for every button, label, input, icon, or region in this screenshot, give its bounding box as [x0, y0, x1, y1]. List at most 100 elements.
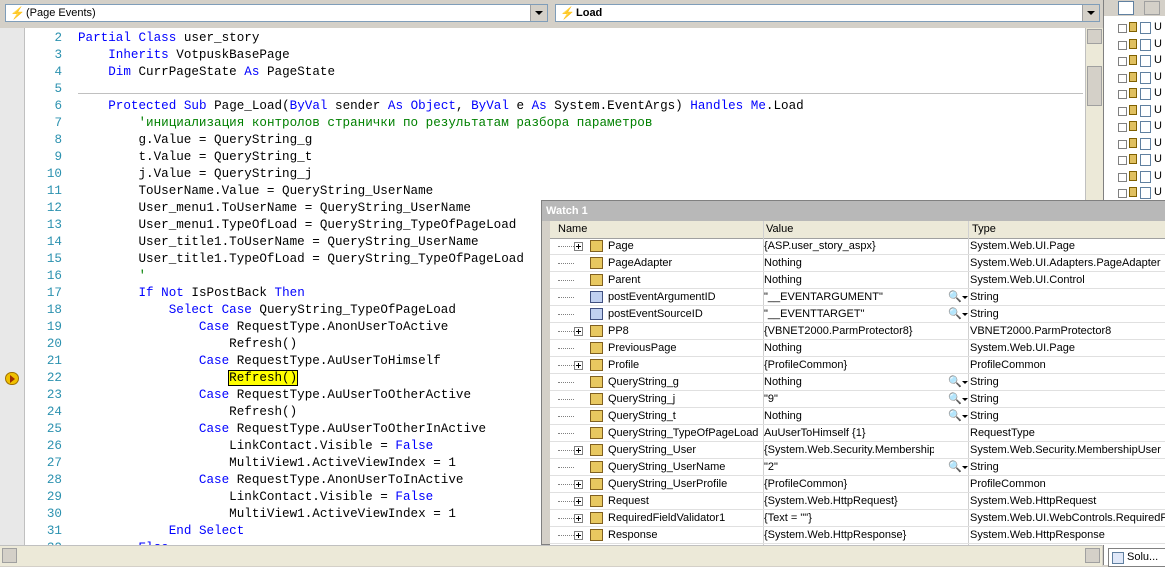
solution-tree-item[interactable]: U: [1118, 70, 1165, 86]
watch-name[interactable]: Response: [608, 529, 763, 541]
watch-name[interactable]: Profile: [608, 359, 763, 371]
watch-value[interactable]: {System.Web.HttpRequest}: [764, 495, 934, 507]
code-text[interactable]: Case RequestType.AuUserToHimself: [78, 353, 441, 370]
code-text[interactable]: User_menu1.TypeOfLoad = QueryString_Type…: [78, 217, 516, 234]
solution-tree-item[interactable]: U: [1118, 37, 1165, 53]
watch-value[interactable]: "__EVENTARGUMENT": [764, 291, 934, 303]
watch-value[interactable]: "2": [764, 461, 934, 473]
watch-row[interactable]: PP8 {VBNET2000.ParmProtector8} VBNET2000.P…: [550, 323, 1165, 340]
watch-name[interactable]: QueryString_j: [608, 393, 763, 405]
solution-tree-item[interactable]: U: [1118, 53, 1165, 69]
code-text[interactable]: Refresh(): [78, 404, 297, 421]
code-text[interactable]: MultiView1.ActiveViewIndex = 1: [78, 506, 456, 523]
visualizer-dropdown-icon[interactable]: [962, 296, 968, 299]
watch-row[interactable]: Response {System.Web.HttpResponse} System.…: [550, 527, 1165, 544]
watch-value[interactable]: Nothing: [764, 342, 934, 354]
solution-tree-item[interactable]: U: [1118, 169, 1165, 185]
expand-icon[interactable]: [1118, 123, 1127, 132]
watch-row[interactable]: Page {ASP.user_story_aspx} System.Web.UI.P…: [550, 238, 1165, 255]
expand-icon[interactable]: [1118, 24, 1127, 33]
scroll-thumb[interactable]: [1087, 66, 1102, 106]
visualizer-dropdown-icon[interactable]: [962, 466, 968, 469]
watch-name[interactable]: QueryString_TypeOfPageLoad: [608, 427, 763, 439]
watch-row[interactable]: QueryString_j "9" String 🔍: [550, 391, 1165, 408]
watch-grid[interactable]: Name Value Type Page {ASP.user_story_aspx…: [550, 221, 1165, 545]
code-text[interactable]: Case RequestType.AuUserToOtherInActive: [78, 421, 486, 438]
watch-row[interactable]: QueryString_t Nothing String 🔍: [550, 408, 1165, 425]
watch-name[interactable]: PageAdapter: [608, 257, 763, 269]
current-statement-arrow-icon[interactable]: [5, 372, 19, 385]
solution-tree-item[interactable]: U: [1118, 152, 1165, 168]
watch-value[interactable]: Nothing: [764, 257, 934, 269]
watch-name[interactable]: RequiredFieldValidator1: [608, 512, 763, 524]
watch-value[interactable]: {ASP.user_story_aspx}: [764, 240, 934, 252]
watch-name[interactable]: QueryString_User: [608, 444, 763, 456]
expand-icon[interactable]: [574, 327, 583, 336]
expand-icon[interactable]: [574, 514, 583, 523]
expand-icon[interactable]: [574, 361, 583, 370]
expand-icon[interactable]: [1118, 57, 1127, 66]
watch-value[interactable]: Nothing: [764, 410, 934, 422]
watch-row[interactable]: RequiredFieldValidator1 {Text = ""} System…: [550, 510, 1165, 527]
code-line[interactable]: 5: [0, 81, 1085, 98]
watch-value[interactable]: "__EVENTTARGET": [764, 308, 934, 320]
code-text[interactable]: Select Case QueryString_TypeOfPageLoad: [78, 302, 456, 319]
watch-value[interactable]: Nothing: [764, 274, 934, 286]
column-header-value[interactable]: Value: [766, 223, 793, 235]
visualizer-magnifier-icon[interactable]: 🔍: [948, 392, 962, 405]
watch-name[interactable]: postEventArgumentID: [608, 291, 763, 303]
watch-row[interactable]: QueryString_g Nothing String 🔍: [550, 374, 1165, 391]
watch-name[interactable]: PreviousPage: [608, 342, 763, 354]
scroll-left-button[interactable]: [2, 548, 17, 563]
code-text[interactable]: Dim CurrPageState As PageState: [78, 64, 335, 81]
solution-tree-item[interactable]: U: [1118, 103, 1165, 119]
code-text[interactable]: Partial Class user_story: [78, 30, 259, 47]
editor-horizontal-scrollbar[interactable]: [0, 545, 1102, 566]
visualizer-magnifier-icon[interactable]: 🔍: [948, 460, 962, 473]
refresh-icon[interactable]: [1144, 1, 1160, 15]
watch-row[interactable]: QueryString_User {System.Web.Security.Mem…: [550, 442, 1165, 459]
watch-row[interactable]: postEventSourceID "__EVENTTARGET" String 🔍: [550, 306, 1165, 323]
code-text[interactable]: ToUserName.Value = QueryString_UserName: [78, 183, 433, 200]
code-line[interactable]: 8 g.Value = QueryString_g: [0, 132, 1085, 149]
column-header-type[interactable]: Type: [972, 223, 996, 235]
code-text[interactable]: End Select: [78, 523, 245, 540]
visualizer-dropdown-icon[interactable]: [962, 398, 968, 401]
code-text[interactable]: 'инициализация контролов странички по ре…: [78, 115, 652, 132]
scroll-right-button[interactable]: [1085, 548, 1100, 563]
watch-row[interactable]: Request {System.Web.HttpRequest} System.We…: [550, 493, 1165, 510]
visualizer-magnifier-icon[interactable]: 🔍: [948, 290, 962, 303]
watch-value[interactable]: {System.Web.HttpResponse}: [764, 529, 934, 541]
expand-icon[interactable]: [574, 531, 583, 540]
code-line[interactable]: 6 Protected Sub Page_Load(ByVal sender A…: [0, 98, 1085, 115]
visualizer-dropdown-icon[interactable]: [962, 313, 968, 316]
chevron-down-icon[interactable]: [530, 5, 547, 21]
solution-explorer-tab[interactable]: Solu...: [1108, 548, 1165, 567]
code-line[interactable]: 11 ToUserName.Value = QueryString_UserNa…: [0, 183, 1085, 200]
visualizer-magnifier-icon[interactable]: 🔍: [948, 409, 962, 422]
watch-row[interactable]: QueryString_UserProfile {ProfileCommon} Pr…: [550, 476, 1165, 493]
expand-icon[interactable]: [1118, 90, 1127, 99]
expand-icon[interactable]: [1118, 172, 1127, 182]
code-line[interactable]: 7 'инициализация контролов странички по …: [0, 115, 1085, 132]
code-text[interactable]: Case RequestType.AnonUserToInActive: [78, 472, 464, 489]
expand-icon[interactable]: [1118, 139, 1127, 149]
visualizer-dropdown-icon[interactable]: [962, 381, 968, 384]
expand-icon[interactable]: [1118, 189, 1127, 198]
watch-value[interactable]: Nothing: [764, 376, 934, 388]
watch-value[interactable]: {ProfileCommon}: [764, 478, 934, 490]
code-text[interactable]: Case RequestType.AnonUserToActive: [78, 319, 448, 336]
chevron-down-icon[interactable]: [1082, 5, 1099, 21]
code-text[interactable]: LinkContact.Visible = False: [78, 438, 433, 455]
solution-tree-item[interactable]: U: [1118, 136, 1165, 152]
watch-name[interactable]: QueryString_g: [608, 376, 763, 388]
expand-icon[interactable]: [1118, 73, 1127, 83]
watch-row[interactable]: QueryString_TypeOfPageLoad AuUserToHimsel…: [550, 425, 1165, 442]
properties-icon[interactable]: [1118, 1, 1134, 15]
code-line[interactable]: 3 Inherits VotpuskBasePage: [0, 47, 1085, 64]
expand-icon[interactable]: [574, 497, 583, 506]
code-text[interactable]: MultiView1.ActiveViewIndex = 1: [78, 455, 456, 472]
solution-tree-item[interactable]: U: [1118, 20, 1165, 36]
watch-title[interactable]: Watch 1: [542, 201, 1165, 221]
expand-icon[interactable]: [574, 480, 583, 489]
